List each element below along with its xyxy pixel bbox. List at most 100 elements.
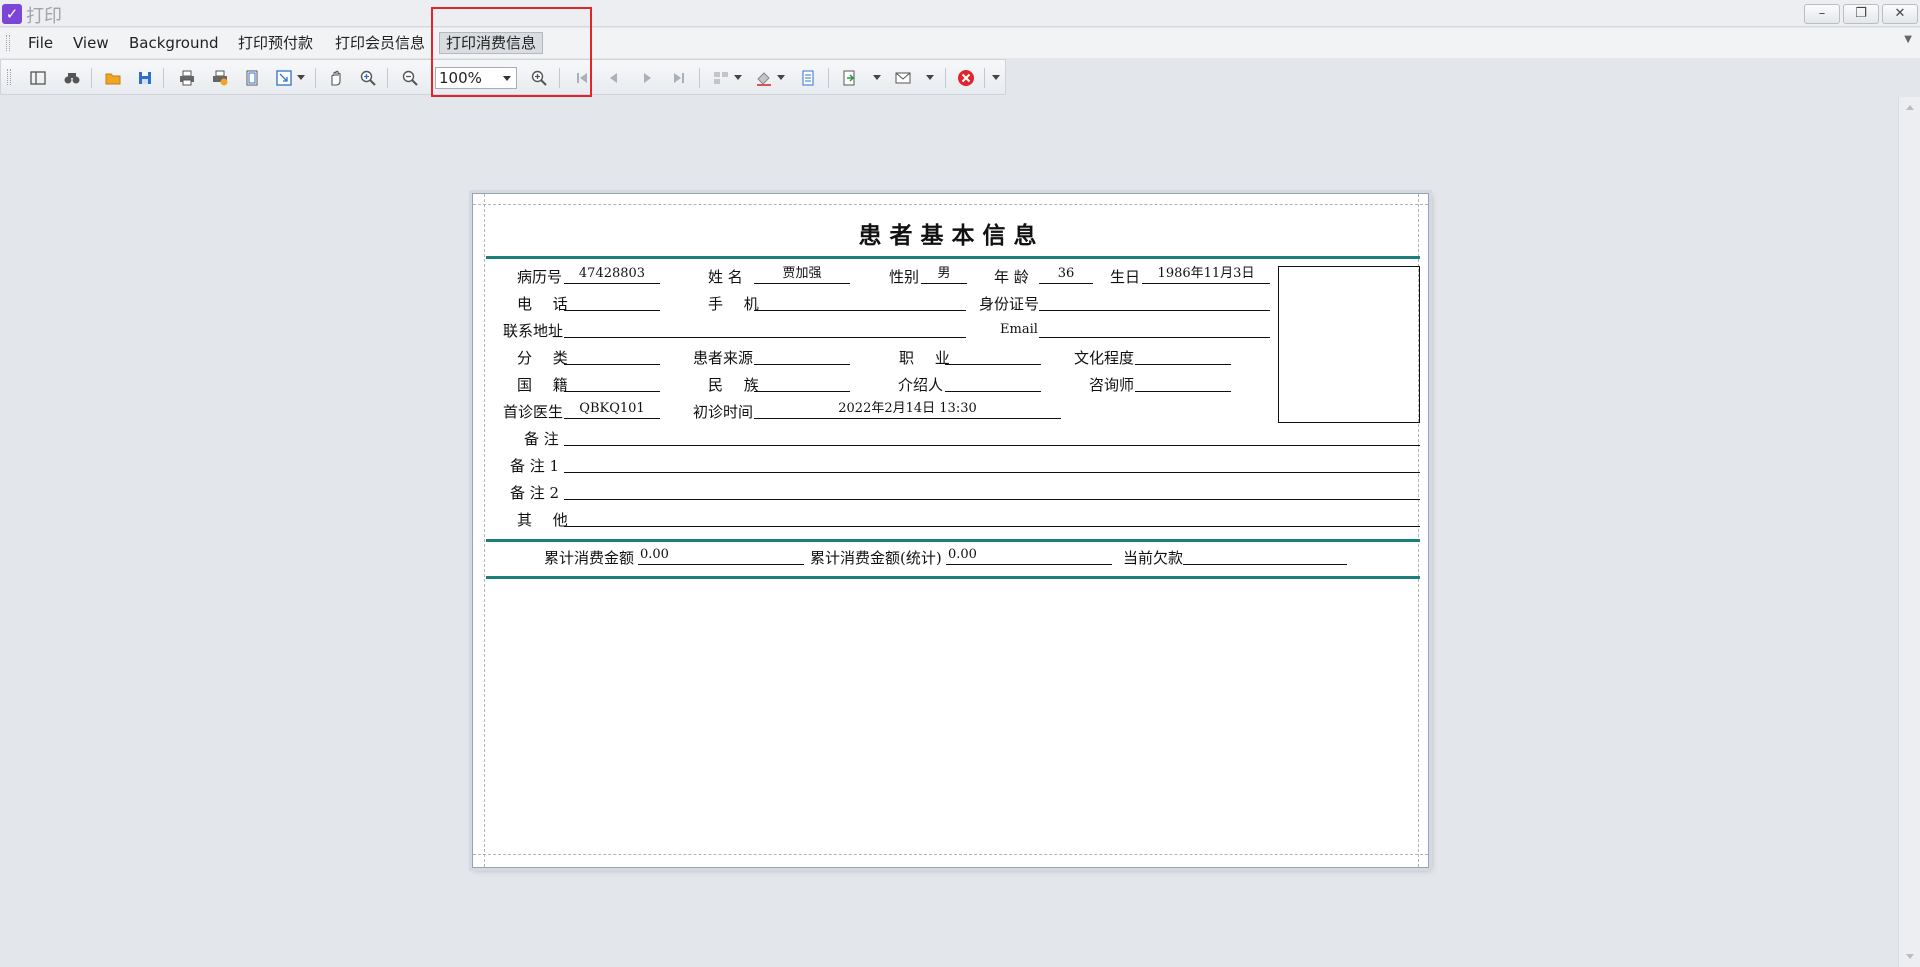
- first-visit-value: 2022年2月14日 13:30: [754, 399, 1061, 419]
- education-value: [1135, 345, 1231, 365]
- first-doctor-value: QBKQ101: [564, 399, 660, 419]
- birthday-label: 生日: [1110, 268, 1141, 286]
- email-value: [1039, 318, 1270, 338]
- remark1-value: [564, 453, 1420, 473]
- scale-icon[interactable]: [273, 68, 295, 88]
- divider-line: [486, 539, 1420, 542]
- menubar-overflow-icon[interactable]: ▼: [1904, 34, 1912, 45]
- print-preview-page: 患者基本信息 病历号 47428803 姓 名 贾加强 性别 男 年 龄 36 …: [472, 193, 1429, 868]
- phone-value: [564, 291, 660, 311]
- current-debt-label: 当前欠款: [1123, 549, 1184, 567]
- nationality-value: [564, 372, 660, 392]
- divider-line: [486, 576, 1420, 579]
- remark-label: 备 注: [524, 430, 559, 448]
- toolbar-separator: [828, 68, 829, 88]
- menu-bar: File View Background 打印预付款 打印会员信息 打印消费信息…: [0, 28, 1920, 58]
- mobile-value: [754, 291, 966, 311]
- title-bar: ✓ 打印 – ❐ ✕: [0, 0, 1920, 27]
- print-icon[interactable]: [176, 68, 198, 88]
- previous-page-icon[interactable]: [603, 68, 625, 88]
- referrer-value: [945, 372, 1041, 392]
- open-icon[interactable]: [102, 68, 124, 88]
- remark1-label: 备 注 1: [510, 457, 560, 475]
- page-margin-bottom: [473, 854, 1428, 855]
- consultant-label: 咨询师: [1089, 376, 1135, 394]
- email-icon[interactable]: [892, 68, 914, 88]
- background-color-dropdown-arrow[interactable]: [777, 75, 785, 80]
- toolbar-separator: [387, 68, 388, 88]
- magnifier-icon[interactable]: [357, 68, 379, 88]
- next-page-icon[interactable]: [636, 68, 658, 88]
- total-spent-label: 累计消费金额: [544, 549, 635, 567]
- toolbar-separator: [315, 68, 316, 88]
- export-dropdown-arrow[interactable]: [873, 75, 881, 80]
- category-value: [564, 345, 660, 365]
- occupation-value: [945, 345, 1041, 365]
- total-spent-stat-value: 0.00: [946, 545, 1112, 565]
- page-margin-left: [484, 194, 485, 867]
- find-icon[interactable]: [61, 68, 83, 88]
- menu-view[interactable]: View: [67, 32, 115, 54]
- current-debt-value: [1183, 545, 1347, 565]
- toolbar-separator: [91, 68, 92, 88]
- gender-label: 性别: [889, 268, 920, 286]
- remark-value: [564, 426, 1420, 446]
- total-spent-value: 0.00: [638, 545, 804, 565]
- email-label: Email: [1000, 322, 1038, 337]
- address-value: [564, 318, 966, 338]
- age-value: 36: [1039, 264, 1093, 284]
- window-title: 打印: [26, 6, 62, 27]
- age-label: 年 龄: [994, 268, 1029, 286]
- referrer-label: 介绍人: [898, 376, 944, 394]
- name-label: 姓 名: [708, 268, 743, 286]
- birthday-value: 1986年11月3日: [1142, 264, 1270, 284]
- ethnicity-value: [754, 372, 850, 392]
- menu-background[interactable]: Background: [123, 32, 225, 54]
- toggle-panel-icon[interactable]: [27, 68, 49, 88]
- quick-print-icon[interactable]: [209, 68, 231, 88]
- multiple-pages-dropdown-arrow[interactable]: [734, 75, 742, 80]
- photo-box: [1278, 266, 1420, 423]
- page-margin-top: [473, 204, 1428, 205]
- first-visit-label: 初诊时间: [693, 403, 754, 421]
- email-dropdown-arrow[interactable]: [926, 75, 934, 80]
- id-no-label: 身份证号: [979, 295, 1040, 313]
- toolbar-separator: [984, 68, 985, 88]
- first-doctor-label: 首诊医生: [503, 403, 564, 421]
- toolbar-grip[interactable]: [7, 69, 11, 85]
- highlight-box: [431, 7, 592, 97]
- vertical-scrollbar[interactable]: [1898, 97, 1920, 967]
- export-icon[interactable]: [838, 68, 860, 88]
- scroll-up-icon[interactable]: [1906, 105, 1914, 110]
- last-page-icon[interactable]: [668, 68, 690, 88]
- remark2-value: [564, 480, 1420, 500]
- watermark-icon[interactable]: [797, 68, 819, 88]
- menu-print-prepayment[interactable]: 打印预付款: [232, 32, 319, 54]
- background-color-icon[interactable]: [753, 68, 775, 88]
- menu-file[interactable]: File: [22, 32, 59, 54]
- minimize-button[interactable]: –: [1804, 4, 1840, 24]
- close-preview-icon[interactable]: [955, 68, 977, 88]
- consultant-value: [1135, 372, 1231, 392]
- multiple-pages-icon[interactable]: [710, 68, 732, 88]
- restore-button[interactable]: ❐: [1843, 4, 1879, 24]
- divider-line: [486, 256, 1420, 259]
- close-button[interactable]: ✕: [1882, 4, 1918, 24]
- menubar-grip[interactable]: [6, 35, 10, 51]
- toolbar-overflow-icon[interactable]: [992, 75, 1000, 80]
- name-value: 贾加强: [754, 264, 850, 284]
- zoom-out-icon[interactable]: [399, 68, 421, 88]
- save-icon[interactable]: [134, 68, 156, 88]
- id-no-value: [1039, 291, 1270, 311]
- remark2-label: 备 注 2: [510, 484, 560, 502]
- page-setup-icon[interactable]: [241, 68, 263, 88]
- scale-dropdown-arrow[interactable]: [297, 75, 305, 80]
- scroll-down-icon[interactable]: [1906, 954, 1914, 959]
- record-no-label: 病历号: [517, 268, 563, 286]
- app-checkbox-icon: ✓: [2, 4, 22, 24]
- source-value: [754, 345, 850, 365]
- gender-value: 男: [921, 264, 967, 284]
- hand-tool-icon[interactable]: [325, 68, 347, 88]
- education-label: 文化程度: [1074, 349, 1135, 367]
- menu-print-member-info[interactable]: 打印会员信息: [329, 32, 431, 54]
